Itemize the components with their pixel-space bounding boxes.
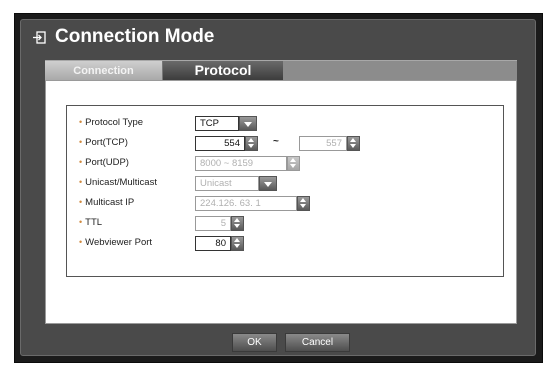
- chevron-down-icon[interactable]: [259, 176, 277, 191]
- unicast-multicast-label: Unicast/Multicast: [85, 177, 157, 188]
- connection-mode-dialog: Connection Mode Connection Protocol • Pro…: [20, 19, 536, 356]
- protocol-type-label: Protocol Type: [85, 117, 144, 128]
- row-port-udp: • Port(UDP) 8000 ~ 8159: [67, 156, 503, 172]
- tab-connection[interactable]: Connection: [45, 61, 163, 81]
- row-protocol-type: • Protocol Type TCP: [67, 116, 503, 132]
- multicast-ip-input: 224.126. 63. 1: [195, 196, 297, 211]
- port-udp-input: 8000 ~ 8159: [195, 156, 287, 171]
- tab-bar: Connection Protocol: [45, 60, 517, 81]
- webviewer-port-label: Webviewer Port: [85, 237, 153, 248]
- row-webviewer-port: • Webviewer Port 80: [67, 236, 503, 252]
- port-tcp-start-input[interactable]: 554: [195, 136, 245, 151]
- ttl-label: TTL: [85, 217, 103, 228]
- dialog-footer: OK Cancel: [45, 324, 517, 354]
- enter-icon: [33, 31, 46, 44]
- chevron-down-icon[interactable]: [239, 116, 257, 131]
- row-ttl: • TTL 5: [67, 216, 503, 232]
- port-udp-label: Port(UDP): [85, 157, 129, 168]
- multicast-ip-label: Multicast IP: [85, 197, 135, 208]
- tab-protocol[interactable]: Protocol: [163, 61, 283, 81]
- dialog-title: Connection Mode: [55, 26, 215, 47]
- port-tcp-end-stepper[interactable]: [347, 136, 360, 151]
- row-unicast-multicast: • Unicast/Multicast Unicast: [67, 176, 503, 192]
- ttl-stepper[interactable]: [231, 216, 244, 231]
- protocol-panel: • Protocol Type TCP • Port(TCP) 554 ~ 557 …: [45, 80, 517, 324]
- protocol-type-select[interactable]: TCP: [195, 116, 239, 131]
- bullet-icon: •: [79, 157, 83, 167]
- bullet-icon: •: [79, 197, 83, 207]
- protocol-settings-box: • Protocol Type TCP • Port(TCP) 554 ~ 557 …: [66, 105, 504, 277]
- title-bar: Connection Mode: [21, 20, 535, 56]
- multicast-ip-stepper[interactable]: [297, 196, 310, 211]
- bullet-icon: •: [79, 237, 83, 247]
- bullet-icon: •: [79, 137, 83, 147]
- port-udp-stepper: [287, 156, 300, 171]
- row-port-tcp: • Port(TCP) 554 ~ 557: [67, 136, 503, 152]
- port-tcp-label: Port(TCP): [85, 137, 128, 148]
- port-tcp-end-input: 557: [299, 136, 347, 151]
- cancel-button[interactable]: Cancel: [285, 333, 350, 352]
- webviewer-port-stepper[interactable]: [231, 236, 244, 251]
- bullet-icon: •: [79, 117, 83, 127]
- bullet-icon: •: [79, 177, 83, 187]
- row-multicast-ip: • Multicast IP 224.126. 63. 1: [67, 196, 503, 212]
- ok-button[interactable]: OK: [232, 333, 277, 352]
- port-range-separator: ~: [273, 136, 279, 147]
- webviewer-port-input[interactable]: 80: [195, 236, 231, 251]
- unicast-multicast-select: Unicast: [195, 176, 259, 191]
- bullet-icon: •: [79, 217, 83, 227]
- port-tcp-start-stepper[interactable]: [245, 136, 258, 151]
- ttl-input: 5: [195, 216, 231, 231]
